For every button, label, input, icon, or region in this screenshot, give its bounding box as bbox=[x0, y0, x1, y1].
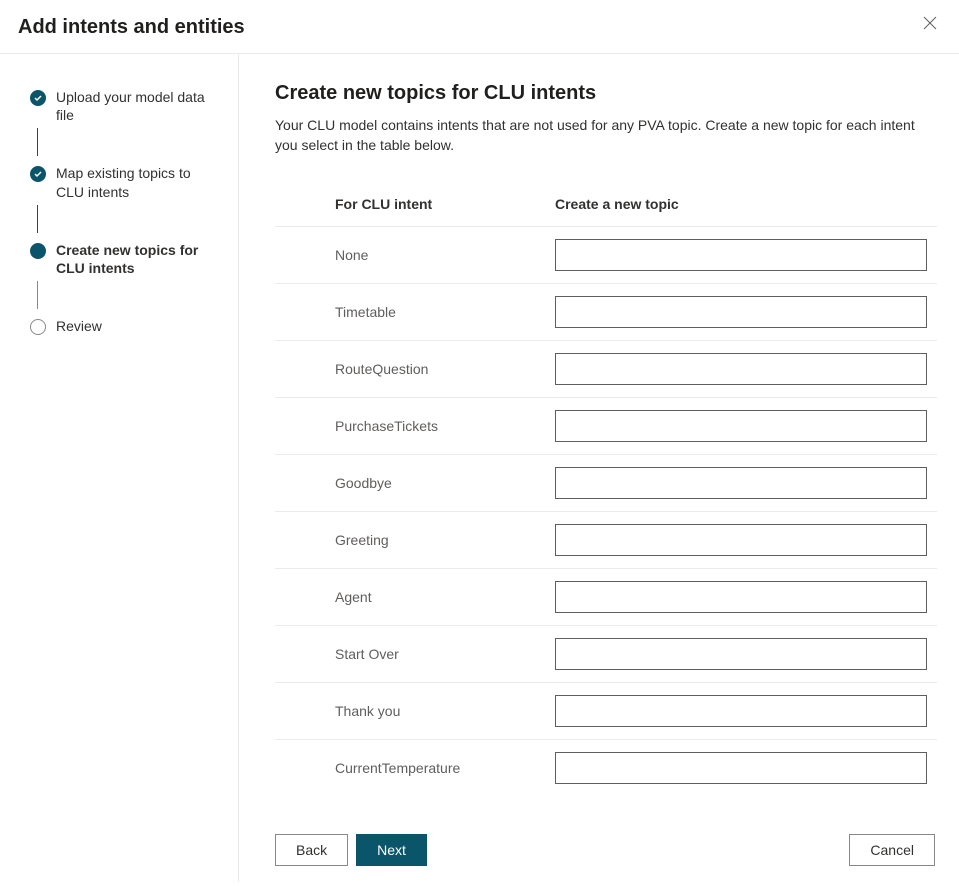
topic-input[interactable] bbox=[555, 296, 927, 328]
intent-label: Goodbye bbox=[275, 475, 555, 491]
table-row: Start Over bbox=[275, 625, 937, 682]
checkmark-icon bbox=[30, 90, 46, 106]
intent-label: RouteQuestion bbox=[275, 361, 555, 377]
table-row: CurrentTemperature bbox=[275, 739, 937, 796]
table-row: Agent bbox=[275, 568, 937, 625]
table-header: For CLU intent Create a new topic bbox=[275, 196, 937, 226]
intent-label: None bbox=[275, 247, 555, 263]
intent-label: Start Over bbox=[275, 646, 555, 662]
step-connector bbox=[37, 205, 38, 233]
topic-input[interactable] bbox=[555, 467, 927, 499]
step-connector bbox=[37, 128, 38, 156]
wizard-step-label: Upload your model data file bbox=[56, 88, 218, 124]
table-row: PurchaseTickets bbox=[275, 397, 937, 454]
step-connector bbox=[37, 281, 38, 309]
cancel-button[interactable]: Cancel bbox=[849, 834, 935, 866]
topic-input[interactable] bbox=[555, 524, 927, 556]
intent-label: Timetable bbox=[275, 304, 555, 320]
dialog-title: Add intents and entities bbox=[18, 16, 245, 39]
wizard-step-create[interactable]: Create new topics for CLU intents bbox=[30, 241, 218, 277]
topic-input[interactable] bbox=[555, 239, 927, 271]
table-row: Goodbye bbox=[275, 454, 937, 511]
topic-input[interactable] bbox=[555, 353, 927, 385]
intent-label: Greeting bbox=[275, 532, 555, 548]
next-button[interactable]: Next bbox=[356, 834, 427, 866]
wizard-step-label: Create new topics for CLU intents bbox=[56, 241, 218, 277]
intent-label: Thank you bbox=[275, 703, 555, 719]
wizard-step-review[interactable]: Review bbox=[30, 317, 218, 335]
dialog-header: Add intents and entities bbox=[0, 0, 959, 54]
table-row: None bbox=[275, 226, 937, 283]
wizard-step-label: Map existing topics to CLU intents bbox=[56, 164, 218, 200]
current-step-icon bbox=[30, 243, 46, 259]
topic-input[interactable] bbox=[555, 695, 927, 727]
main-content: Create new topics for CLU intents Your C… bbox=[239, 54, 959, 817]
table-row: Timetable bbox=[275, 283, 937, 340]
wizard-step-map[interactable]: Map existing topics to CLU intents bbox=[30, 164, 218, 200]
topic-input[interactable] bbox=[555, 581, 927, 613]
dialog-footer: Back Next Cancel bbox=[239, 817, 959, 882]
intent-label: CurrentTemperature bbox=[275, 760, 555, 776]
close-button[interactable] bbox=[921, 14, 939, 32]
page-heading: Create new topics for CLU intents bbox=[275, 82, 937, 105]
table-row: Greeting bbox=[275, 511, 937, 568]
intent-label: PurchaseTickets bbox=[275, 418, 555, 434]
wizard-step-label: Review bbox=[56, 317, 108, 335]
table-row: RouteQuestion bbox=[275, 340, 937, 397]
table-row: Thank you bbox=[275, 682, 937, 739]
checkmark-icon bbox=[30, 166, 46, 182]
topic-input[interactable] bbox=[555, 638, 927, 670]
column-header-topic: Create a new topic bbox=[555, 196, 937, 212]
column-header-intent: For CLU intent bbox=[275, 196, 555, 212]
wizard-step-upload[interactable]: Upload your model data file bbox=[30, 88, 218, 124]
intent-label: Agent bbox=[275, 589, 555, 605]
page-description: Your CLU model contains intents that are… bbox=[275, 115, 937, 156]
wizard-sidebar: Upload your model data file Map existing… bbox=[0, 54, 239, 882]
back-button[interactable]: Back bbox=[275, 834, 348, 866]
topic-input[interactable] bbox=[555, 752, 927, 784]
main-panel: Create new topics for CLU intents Your C… bbox=[239, 54, 959, 882]
topic-input[interactable] bbox=[555, 410, 927, 442]
future-step-icon bbox=[30, 319, 46, 335]
close-icon bbox=[923, 16, 937, 30]
dialog-body: Upload your model data file Map existing… bbox=[0, 54, 959, 882]
